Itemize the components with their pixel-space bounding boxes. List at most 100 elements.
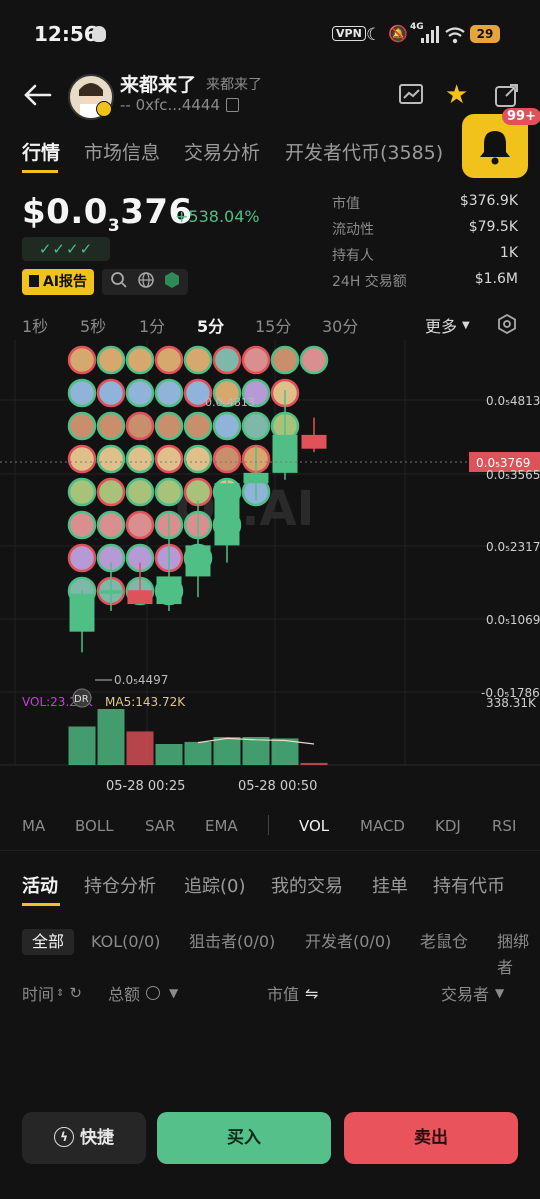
indicator-divider (268, 815, 269, 835)
trader-avatar (154, 477, 184, 507)
tab-market-info[interactable]: 市场信息 (84, 138, 160, 165)
candle-body (301, 434, 327, 449)
favorite-star-icon[interactable]: ★ (445, 80, 468, 110)
indicator-boll[interactable]: BOLL (75, 817, 114, 835)
filter-developers[interactable]: 开发者(0/0) (295, 929, 401, 955)
filter-insiders[interactable]: 老鼠仓 (410, 929, 478, 955)
trader-filter-icon[interactable]: ▼ (495, 986, 504, 1000)
filter-kol[interactable]: KOL(0/0) (81, 929, 170, 955)
security-checks[interactable]: ✓✓✓✓ (22, 237, 110, 261)
quick-trade-button[interactable]: ϟ 快捷 (22, 1112, 146, 1164)
tab-activity[interactable]: 活动 (22, 872, 58, 898)
caret-down-icon: ▼ (462, 319, 470, 331)
refresh-icon[interactable]: ↻ (69, 984, 82, 1002)
tab-tracking[interactable]: 追踪(0) (184, 872, 246, 898)
trader-avatar (125, 477, 155, 507)
indicator-ma[interactable]: MA (22, 817, 45, 835)
buy-button[interactable]: 买入 (157, 1112, 331, 1164)
trader-avatar (96, 411, 126, 441)
trader-avatar (183, 444, 213, 474)
column-amount[interactable]: 总额 ▼ (108, 981, 178, 1005)
indicator-macd[interactable]: MACD (360, 817, 405, 835)
tab-trade-analysis[interactable]: 交易分析 (184, 138, 260, 165)
tab-holding-analysis[interactable]: 持仓分析 (84, 872, 156, 898)
volume-bar (213, 737, 241, 765)
notification-badge: 99+ (502, 108, 540, 125)
price-level-4: 0.0₅1069 (486, 613, 540, 627)
copy-icon[interactable] (226, 98, 240, 112)
column-trader[interactable]: 交易者 ▼ (441, 981, 504, 1005)
stat-label-holders: 持有人 (332, 248, 374, 264)
mute-icon: 🔕 (388, 24, 408, 43)
signal-icon (420, 26, 440, 48)
sell-button[interactable]: 卖出 (344, 1112, 518, 1164)
tab-my-trades[interactable]: 我的交易 (271, 872, 343, 898)
indicator-kdj[interactable]: KDJ (435, 817, 461, 835)
trader-avatar (212, 411, 242, 441)
trader-avatar (270, 345, 300, 375)
trader-avatar (125, 510, 155, 540)
candle-body (127, 590, 153, 605)
more-timeframes-button[interactable]: 更多 ▼ (425, 313, 470, 337)
candlestick-chart[interactable]: OT.AI 0.0₅3769 0.0₅4813 0.0₅3565 0.0₅231… (0, 340, 540, 800)
indicator-vol[interactable]: VOL (299, 817, 329, 835)
token-name: 来都来了 (120, 74, 197, 96)
high-price-marker: 0.0₅4813 (205, 396, 255, 409)
trader-avatar (125, 345, 155, 375)
timeframe-5m[interactable]: 5分 (197, 313, 224, 337)
indicator-sar[interactable]: SAR (145, 817, 175, 835)
trader-avatar (299, 345, 329, 375)
token-subtitle: 来都来了 (206, 77, 262, 93)
trader-avatar (183, 345, 213, 375)
token-address[interactable]: -- 0xfc...4444 (120, 96, 240, 114)
search-icon[interactable] (110, 271, 128, 293)
candle-body (98, 590, 124, 594)
chain-icon[interactable] (164, 271, 180, 293)
price-level-2: 0.0₅3565 (486, 468, 540, 482)
chart-share-icon[interactable] (398, 82, 426, 112)
token-price: $0.03376 (22, 192, 193, 236)
ma5-label: MA5:143.72K (105, 695, 186, 709)
ai-report-button[interactable]: AI报告 (22, 269, 94, 295)
volume-bar (242, 737, 270, 765)
timeframe-1s[interactable]: 1秒 (22, 313, 48, 337)
chart-settings-icon[interactable] (496, 313, 518, 339)
tab-orders[interactable]: 挂单 (372, 872, 408, 898)
timeframe-5s[interactable]: 5秒 (80, 313, 106, 337)
back-arrow-icon[interactable] (22, 82, 52, 112)
volume-bar (300, 762, 328, 765)
trader-avatar (212, 345, 242, 375)
swap-icon[interactable]: ⇋ (305, 984, 318, 1003)
filter-snipers[interactable]: 狙击者(0/0) (179, 929, 285, 955)
filter-all[interactable]: 全部 (22, 929, 75, 955)
tab-holdings[interactable]: 持有代币 (433, 872, 505, 898)
filter-funnel-icon[interactable]: ▼ (169, 986, 178, 1000)
price-level-3: 0.0₅2317 (486, 540, 540, 554)
timeframe-1m[interactable]: 1分 (139, 313, 165, 337)
timeframe-15m[interactable]: 15分 (255, 313, 291, 337)
timeframe-30m[interactable]: 30分 (322, 313, 358, 337)
x-tick-1: 05-28 00:25 (106, 779, 185, 794)
column-time[interactable]: 时间 ⇕ ↻ (22, 981, 82, 1005)
trader-avatar (96, 477, 126, 507)
price-chart[interactable]: OT.AI 0.0₅3769 0.0₅4813 0.0₅3565 0.0₅231… (0, 340, 540, 800)
trader-avatar (183, 411, 213, 441)
volume-bar (68, 726, 96, 765)
currency-toggle-icon[interactable] (146, 986, 161, 1000)
trader-avatar (241, 345, 271, 375)
address-text: -- 0xfc...4444 (120, 96, 221, 114)
low-price-marker: 0.0₅4497 (114, 673, 168, 687)
tab-market[interactable]: 行情 (22, 138, 60, 165)
globe-icon[interactable] (137, 271, 155, 293)
trader-avatar (67, 345, 97, 375)
filter-bundlers[interactable]: 捆绑者 (487, 929, 540, 977)
indicator-rsi[interactable]: RSI (492, 817, 516, 835)
verified-badge-icon (96, 101, 112, 117)
indicator-ema[interactable]: EMA (205, 817, 238, 835)
trader-avatar (67, 378, 97, 408)
tab-dev-tokens[interactable]: 开发者代币(3585) (285, 138, 443, 165)
trader-avatar (67, 510, 97, 540)
candle-body (156, 576, 182, 605)
column-mcap[interactable]: 市值 ⇋ (267, 981, 318, 1005)
price-change: +538.04% (175, 207, 260, 226)
